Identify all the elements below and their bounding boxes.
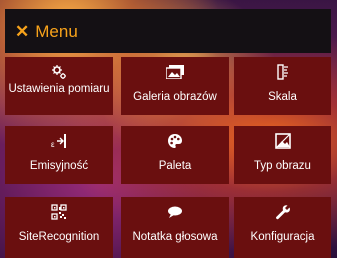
tile-label: Konfiguracja: [250, 231, 315, 243]
qr-code-icon: [51, 203, 67, 221]
tile-label: Emisyjność: [29, 160, 89, 172]
image-gallery-icon: [166, 63, 184, 81]
measurement-settings-icon: [51, 63, 67, 81]
wrench-icon: [275, 203, 291, 221]
tile-image-type[interactable]: Typ obrazu: [234, 126, 331, 184]
thermal-background: ✕ Menu Ustawienia pomiaru Galeria obrazó…: [0, 0, 337, 258]
speech-bubble-icon: [167, 203, 183, 221]
tile-site-recognition[interactable]: SiteRecognition: [5, 197, 113, 258]
tile-label: Typ obrazu: [254, 160, 311, 172]
tile-label: Skala: [268, 91, 297, 103]
tile-measurement-settings[interactable]: Ustawienia pomiaru: [5, 57, 113, 115]
svg-text:ε: ε: [51, 140, 55, 149]
tile-palette[interactable]: Paleta: [121, 126, 229, 184]
close-menu-button[interactable]: ✕ Menu: [5, 9, 78, 53]
tile-label: Paleta: [158, 160, 192, 172]
menu-title: Menu: [35, 21, 78, 41]
palette-icon: [167, 132, 183, 150]
tile-image-gallery[interactable]: Galeria obrazów: [121, 57, 229, 115]
tile-configuration[interactable]: Konfiguracja: [234, 197, 331, 258]
tile-label: Galeria obrazów: [133, 91, 217, 103]
tile-voice-note[interactable]: Notatka głosowa: [121, 197, 229, 258]
emissivity-icon: ε: [51, 132, 67, 150]
image-type-icon: [274, 132, 291, 150]
tile-scale[interactable]: Skala: [234, 57, 331, 115]
tile-label: SiteRecognition: [18, 231, 100, 243]
tile-emissivity[interactable]: ε Emisyjność: [5, 126, 113, 184]
tile-label: Ustawienia pomiaru: [8, 83, 110, 95]
close-x-icon: ✕: [15, 21, 30, 41]
menu-header: ✕ Menu: [5, 9, 331, 53]
tile-label: Notatka głosowa: [132, 231, 218, 243]
scale-icon: [276, 63, 289, 81]
